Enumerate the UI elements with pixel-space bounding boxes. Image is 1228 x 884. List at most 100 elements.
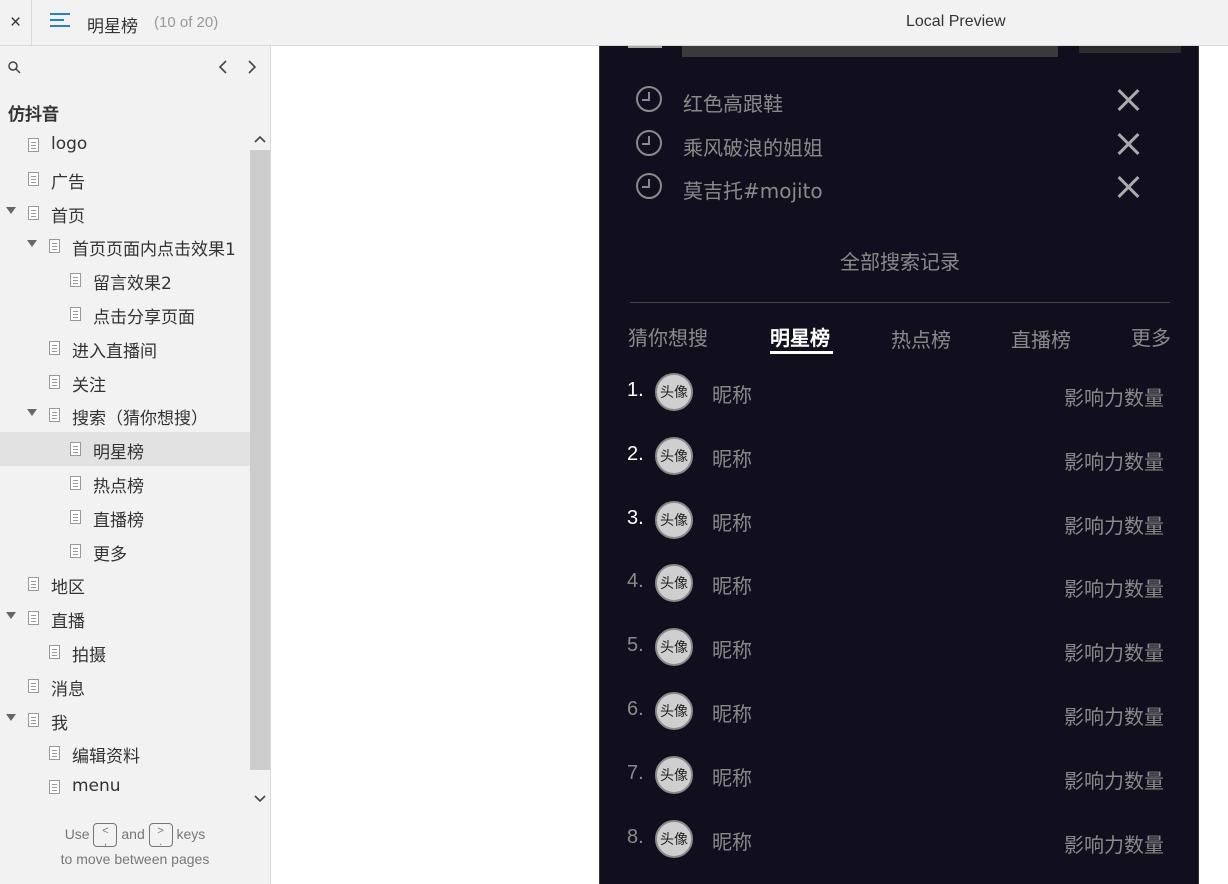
ranking-row[interactable]: 1. 头像 昵称 影响力数量 [600, 373, 1198, 423]
caret-down-icon[interactable] [6, 612, 16, 620]
search-button[interactable] [1079, 46, 1181, 53]
tree-item[interactable]: 拍摄 [0, 635, 250, 669]
page-icon [49, 780, 60, 795]
clock-icon [636, 86, 662, 112]
tree-item-label: 直播 [51, 612, 85, 633]
tree-item[interactable]: 直播 [0, 601, 250, 635]
tab[interactable]: 明星榜 [770, 322, 830, 351]
tree-item-label: menu [72, 776, 121, 797]
influence-count: 影响力数量 [1064, 832, 1164, 857]
tree-item[interactable]: 搜索（猜你想搜） [0, 398, 250, 432]
remove-history-icon[interactable] [1116, 175, 1140, 199]
close-icon: × [9, 11, 22, 33]
avatar[interactable]: 头像 [655, 628, 693, 667]
tree-item[interactable]: menu [0, 770, 250, 804]
page-tree: logo 广告首页首页页面内点击效果1 留言效果2 点击分享页面进入直播间 关注 搜索（猜… [0, 128, 250, 814]
tree-item[interactable]: 进入直播间 [0, 331, 250, 365]
tree-item[interactable]: 我 [0, 703, 250, 737]
page-icon [49, 746, 60, 761]
tree-item-label: 广告 [51, 172, 85, 193]
tree-item-label: 消息 [51, 679, 85, 700]
ranking-row[interactable]: 8. 头像 昵称 影响力数量 [600, 819, 1198, 870]
tree-item-label: 我 [51, 713, 68, 734]
avatar[interactable]: 头像 [655, 755, 693, 794]
tree-item-label: 直播榜 [93, 510, 144, 531]
tree-item[interactable]: 首页页面内点击效果1 [0, 229, 250, 263]
search-icon[interactable] [8, 61, 21, 74]
caret-down-icon[interactable] [27, 409, 37, 417]
tree-item[interactable]: 热点榜 [0, 466, 250, 500]
tree-item[interactable]: 明星榜 [0, 432, 250, 467]
history-item[interactable]: 红色高跟鞋 [600, 86, 1198, 126]
influence-count: 影响力数量 [1064, 768, 1164, 793]
caret-down-icon[interactable] [6, 713, 16, 721]
rank-number: 5. [627, 634, 644, 657]
tree-item[interactable]: 消息 [0, 669, 250, 703]
all-search-history-link[interactable]: 全部搜索记录 [600, 246, 1198, 275]
tree-item-label: 点击分享页面 [93, 308, 195, 328]
scrollbar[interactable] [250, 128, 270, 814]
caret-down-icon[interactable] [6, 206, 16, 214]
tree-item-label: 更多 [93, 544, 127, 565]
page-icon [28, 712, 39, 727]
tree-item-label: 明星榜 [93, 443, 144, 464]
tree-item-label: 地区 [51, 578, 85, 599]
search-input[interactable] [682, 46, 1058, 57]
chevron-right-icon[interactable] [244, 58, 260, 76]
tree-item[interactable]: 广告 [0, 162, 250, 196]
page-icon [28, 611, 39, 626]
tree-item-label: 编辑资料 [72, 747, 140, 768]
page-icon [28, 171, 39, 186]
tree-item[interactable]: 更多 [0, 534, 250, 568]
tab[interactable]: 直播榜 [1011, 324, 1071, 353]
tree-item[interactable]: 编辑资料 [0, 736, 250, 770]
tree-item[interactable]: 留言效果2 [0, 263, 250, 297]
ranking-row[interactable]: 6. 头像 昵称 影响力数量 [600, 692, 1198, 742]
ranking-row[interactable]: 3. 头像 昵称 影响力数量 [600, 500, 1198, 551]
nickname: 昵称 [712, 765, 752, 790]
hamburger-menu-icon[interactable] [50, 13, 70, 31]
tab[interactable]: 猜你想搜 [628, 322, 708, 351]
remove-history-icon[interactable] [1116, 88, 1140, 112]
influence-count: 影响力数量 [1064, 386, 1164, 410]
ranking-row[interactable]: 5. 头像 昵称 影响力数量 [600, 628, 1198, 678]
caret-down-icon[interactable] [27, 240, 37, 248]
remove-history-icon[interactable] [1116, 132, 1140, 156]
tab[interactable]: 热点榜 [891, 324, 951, 353]
close-button[interactable]: × [0, 0, 32, 45]
avatar[interactable]: 头像 [655, 819, 693, 858]
nickname: 昵称 [712, 574, 752, 599]
ranking-row[interactable]: 2. 头像 昵称 影响力数量 [600, 436, 1198, 487]
history-item[interactable]: 乘风破浪的姐姐 [600, 129, 1198, 170]
chevron-left-icon[interactable] [215, 58, 231, 76]
ranking-row[interactable]: 7. 头像 昵称 影响力数量 [600, 755, 1198, 806]
page-icon [49, 408, 60, 423]
tree-item[interactable]: 点击分享页面 [0, 297, 250, 331]
tree-item[interactable]: 关注 [0, 365, 250, 399]
avatar[interactable]: 头像 [655, 692, 693, 730]
tree-item[interactable]: logo [0, 128, 250, 162]
tree-item-label: 首页页面内点击效果1 [72, 240, 236, 261]
scroll-down-icon[interactable] [253, 792, 267, 806]
avatar[interactable]: 头像 [655, 500, 693, 539]
avatar[interactable]: 头像 [655, 436, 693, 475]
scroll-thumb[interactable] [250, 150, 270, 770]
back-icon[interactable] [628, 46, 662, 48]
avatar[interactable]: 头像 [655, 564, 693, 603]
scroll-up-icon[interactable] [253, 132, 267, 146]
history-item[interactable]: 莫吉托#mojito [600, 173, 1198, 213]
tab[interactable]: 更多 [1131, 322, 1171, 351]
tree-item[interactable]: 直播榜 [0, 500, 250, 534]
influence-count: 影响力数量 [1064, 513, 1164, 538]
preview-title: Local Preview [906, 13, 1006, 30]
ranking-row[interactable]: 4. 头像 昵称 影响力数量 [600, 564, 1198, 614]
page-icon [49, 340, 60, 355]
page-icon [70, 442, 81, 457]
divider [630, 302, 1170, 303]
page-icon [70, 543, 81, 558]
tree-item[interactable]: 首页 [0, 196, 250, 230]
tree-item[interactable]: 地区 [0, 567, 250, 601]
top-bar: × 明星榜 (10 of 20) Local Preview [0, 0, 1228, 46]
avatar[interactable]: 头像 [655, 373, 693, 411]
influence-count: 影响力数量 [1064, 705, 1164, 729]
